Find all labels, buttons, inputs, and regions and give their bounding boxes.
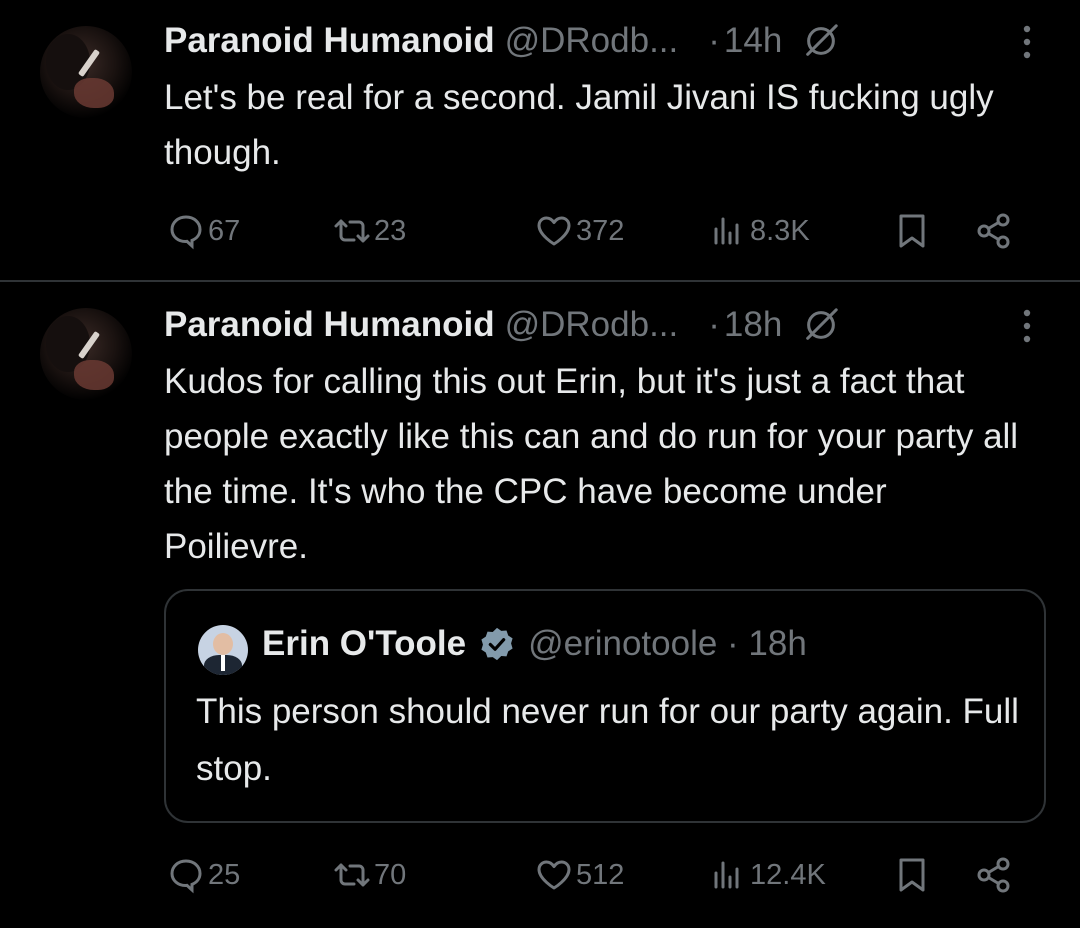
vertical-dots-icon[interactable] — [1014, 22, 1040, 62]
reply-button[interactable]: 25 — [166, 850, 240, 900]
share-icon — [977, 213, 1010, 249]
tweet-text: Kudos for calling this out Erin, but it'… — [164, 362, 1019, 566]
bookmark-button[interactable] — [892, 850, 932, 900]
tweet-text: Let's be real for a second. Jamil Jivani… — [164, 78, 994, 172]
action-bar: 67 23 372 8.3K — [164, 206, 1054, 256]
grok-slash-icon[interactable] — [802, 22, 840, 60]
reply-count: 25 — [208, 858, 241, 891]
speech-bubble-icon — [170, 215, 202, 250]
like-button[interactable]: 372 — [534, 206, 624, 256]
author-handle[interactable]: @DRodb... — [505, 21, 679, 61]
quoted-handle-time[interactable]: @erinotoole · 18h — [528, 624, 807, 664]
quoted-author-name[interactable]: Erin O'Toole — [262, 624, 466, 664]
author-handle[interactable]: @DRodb... — [505, 305, 679, 345]
bookmark-icon — [899, 858, 925, 892]
bookmark-button[interactable] — [892, 206, 932, 256]
separator-dot: · — [708, 21, 720, 60]
heart-icon — [537, 860, 571, 890]
bar-chart-icon — [714, 217, 739, 245]
quoted-text: This person should never run for our par… — [196, 692, 1019, 788]
retweet-arrows-icon — [334, 863, 370, 887]
verified-badge-icon — [481, 627, 513, 661]
bar-chart-icon — [714, 861, 739, 889]
vertical-dots-icon[interactable] — [1014, 306, 1040, 346]
tweet-header: Paranoid Humanoid @DRodb... · 18h — [164, 300, 840, 350]
retweet-arrows-icon — [334, 219, 370, 243]
views-button[interactable]: 8.3K — [708, 206, 810, 256]
avatar[interactable] — [40, 26, 132, 118]
separator-dot: · — [708, 305, 720, 344]
views-count: 8.3K — [750, 214, 810, 247]
reply-count: 67 — [208, 214, 241, 247]
like-count: 372 — [576, 214, 625, 247]
like-count: 512 — [576, 858, 625, 891]
tweet-header: Paranoid Humanoid @DRodb... · 14h — [164, 16, 840, 66]
timestamp[interactable]: 14h — [724, 21, 782, 61]
views-button[interactable]: 12.4K — [708, 850, 826, 900]
quoted-avatar[interactable] — [198, 625, 248, 675]
quoted-tweet[interactable]: Erin O'Toole @erinotoole · 18h This pers… — [164, 589, 1046, 823]
speech-bubble-icon — [170, 859, 202, 894]
retweet-button[interactable]: 70 — [332, 850, 406, 900]
views-count: 12.4K — [750, 858, 826, 891]
tweet[interactable]: Paranoid Humanoid @DRodb... · 14h Let's … — [0, 0, 1080, 280]
action-bar: 25 70 512 12.4K — [164, 850, 1054, 900]
quoted-header: Erin O'Toole @erinotoole · 18h — [262, 619, 807, 669]
share-button[interactable] — [974, 850, 1014, 900]
avatar[interactable] — [40, 308, 132, 400]
author-name[interactable]: Paranoid Humanoid — [164, 21, 495, 61]
share-icon — [977, 857, 1010, 893]
retweet-count: 70 — [374, 858, 407, 891]
heart-icon — [537, 216, 571, 246]
bookmark-icon — [899, 214, 925, 248]
like-button[interactable]: 512 — [534, 850, 624, 900]
author-name[interactable]: Paranoid Humanoid — [164, 305, 495, 345]
tweet[interactable]: Paranoid Humanoid @DRodb... · 18h Kudos … — [0, 282, 1080, 928]
retweet-count: 23 — [374, 214, 407, 247]
share-button[interactable] — [974, 206, 1014, 256]
timestamp[interactable]: 18h — [724, 305, 782, 345]
reply-button[interactable]: 67 — [166, 206, 240, 256]
grok-slash-icon[interactable] — [802, 306, 840, 344]
retweet-button[interactable]: 23 — [332, 206, 406, 256]
